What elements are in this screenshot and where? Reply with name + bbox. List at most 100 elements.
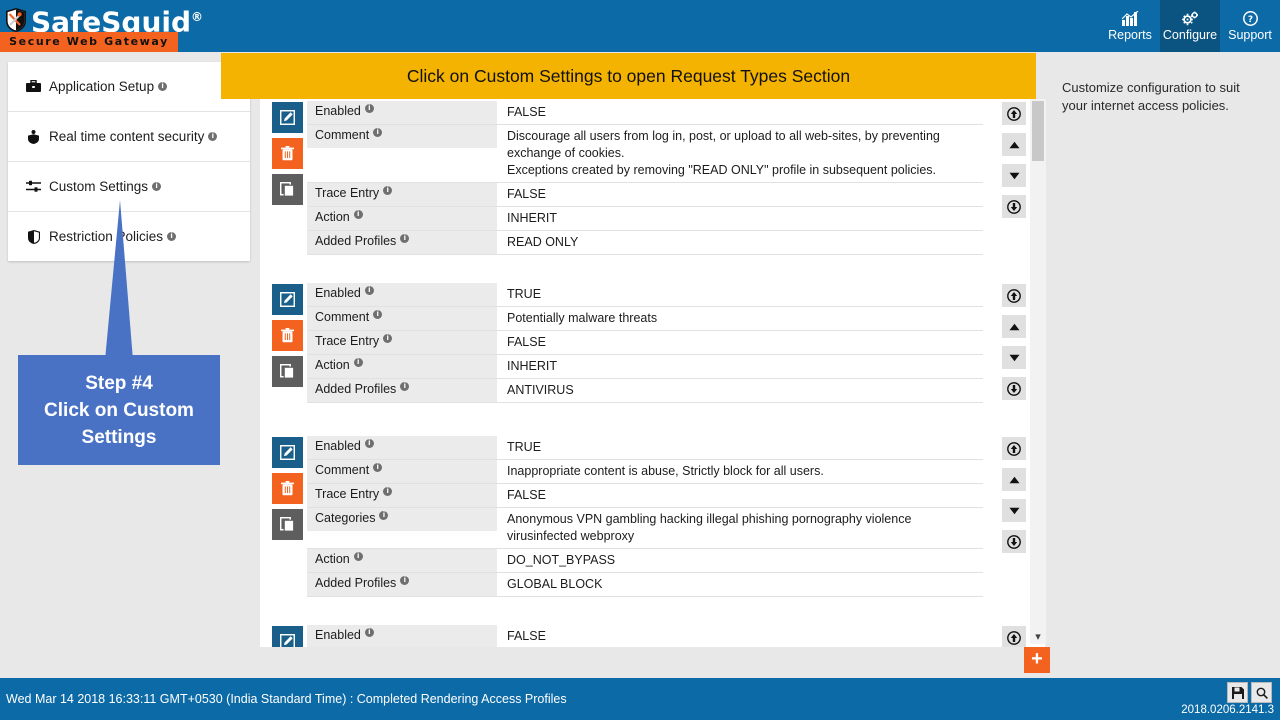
delete-record-button[interactable] — [272, 473, 303, 504]
edit-record-button[interactable] — [272, 626, 303, 647]
sidebar-label-custom-settings: Custom Settings — [49, 179, 149, 194]
callout-step-box: Step #4 Click on Custom Settings — [18, 355, 220, 465]
field-value[interactable]: ANTIVIRUS — [497, 379, 983, 402]
info-icon[interactable]: i — [383, 334, 393, 343]
field-row: Categories i Anonymous VPN gambling hackin… — [307, 508, 983, 549]
field-value[interactable]: Potentially malware threats — [497, 307, 983, 330]
field-row: Enabled i FALSE — [307, 101, 983, 125]
briefcase-icon — [25, 80, 42, 93]
add-record-button[interactable]: + — [1024, 647, 1050, 673]
info-icon[interactable]: i — [158, 82, 168, 91]
field-label: Added Profiles i — [307, 573, 497, 596]
field-row: Added Profiles i ANTIVIRUS — [307, 379, 983, 403]
instruction-banner-text: Click on Custom Settings to open Request… — [406, 65, 851, 86]
save-icon[interactable] — [1227, 682, 1248, 703]
field-row: Enabled i TRUE — [307, 283, 983, 307]
info-icon[interactable]: i — [400, 382, 410, 391]
move-up-button[interactable] — [1002, 315, 1026, 338]
info-icon[interactable]: i — [364, 286, 374, 295]
field-row: Enabled i TRUE — [307, 436, 983, 460]
delete-record-button[interactable] — [272, 138, 303, 169]
sidebar-item-real-time-content-security[interactable]: Real time content security i — [8, 112, 250, 162]
panel-scrollbar-track[interactable] — [1030, 99, 1046, 635]
move-up-button[interactable] — [1002, 133, 1026, 156]
field-value[interactable]: DO_NOT_BYPASS — [497, 549, 983, 572]
move-to-bottom-button[interactable] — [1002, 377, 1026, 400]
info-icon[interactable]: i — [383, 487, 393, 496]
info-icon[interactable]: i — [353, 552, 363, 561]
field-value[interactable]: FALSE — [497, 331, 983, 354]
sliders-icon — [25, 180, 42, 193]
field-label: Trace Entry i — [307, 484, 497, 507]
move-down-button[interactable] — [1002, 164, 1026, 187]
field-label: Added Profiles i — [307, 231, 497, 254]
field-value[interactable]: Inappropriate content is abuse, Strictly… — [497, 460, 983, 483]
delete-record-button[interactable] — [272, 320, 303, 351]
field-value[interactable]: INHERIT — [497, 207, 983, 230]
info-icon[interactable]: i — [152, 182, 162, 191]
instruction-banner: Click on Custom Settings to open Request… — [221, 53, 1036, 99]
info-icon[interactable]: i — [353, 210, 363, 219]
field-label: Added Profiles i — [307, 379, 497, 402]
info-icon[interactable]: i — [400, 234, 410, 243]
field-value[interactable]: INHERIT — [497, 355, 983, 378]
info-icon[interactable]: i — [379, 511, 389, 520]
info-icon[interactable]: i — [364, 104, 374, 113]
search-icon[interactable] — [1251, 682, 1272, 703]
copy-record-button[interactable] — [272, 174, 303, 205]
info-icon[interactable]: i — [373, 128, 383, 137]
info-icon[interactable]: i — [383, 186, 393, 195]
edit-record-button[interactable] — [272, 284, 303, 315]
record-row: Enabled i FALSE Comment i Discourage all user… — [260, 99, 1045, 281]
move-to-top-button[interactable] — [1002, 284, 1026, 307]
info-icon[interactable]: i — [364, 439, 374, 448]
copy-record-button[interactable] — [272, 356, 303, 387]
field-value[interactable]: FALSE — [497, 484, 983, 507]
field-value[interactable]: FALSE — [497, 625, 983, 647]
field-value[interactable]: FALSE — [497, 101, 983, 124]
field-label: Comment i — [307, 307, 497, 330]
brand-logo[interactable]: SafeSquid® Secure Web Gateway — [0, 0, 203, 52]
move-to-bottom-button[interactable] — [1002, 530, 1026, 553]
info-icon[interactable]: i — [373, 463, 383, 472]
field-value[interactable]: Discourage all users from log in, post, … — [497, 125, 983, 182]
info-icon[interactable]: i — [373, 310, 383, 319]
svg-text:?: ? — [1247, 15, 1252, 25]
move-to-top-button[interactable] — [1002, 437, 1026, 460]
move-down-button[interactable] — [1002, 346, 1026, 369]
edit-record-button[interactable] — [272, 102, 303, 133]
top-bar: SafeSquid® Secure Web Gateway Reports Co… — [0, 0, 1280, 52]
field-value[interactable]: Anonymous VPN gambling hacking illegal p… — [497, 508, 983, 548]
info-icon[interactable]: i — [364, 628, 374, 637]
info-icon[interactable]: i — [208, 132, 218, 141]
move-to-bottom-button[interactable] — [1002, 195, 1026, 218]
move-to-top-button[interactable] — [1002, 626, 1026, 647]
nav-item-reports[interactable]: Reports — [1100, 0, 1160, 52]
right-pane-text: Customize configuration to suit your int… — [1062, 80, 1240, 113]
nav-item-configure[interactable]: Configure — [1160, 0, 1220, 52]
copy-record-button[interactable] — [272, 509, 303, 540]
move-down-button[interactable] — [1002, 499, 1026, 522]
field-value[interactable]: TRUE — [497, 436, 983, 459]
field-label: Comment i — [307, 125, 497, 148]
panel-scrollbar-thumb[interactable] — [1032, 101, 1044, 161]
record-fields: Enabled i TRUE Comment i Potentially malware … — [307, 281, 983, 408]
nav-label-configure: Configure — [1162, 28, 1218, 42]
info-icon[interactable]: i — [353, 358, 363, 367]
edit-record-button[interactable] — [272, 437, 303, 468]
field-value[interactable]: READ ONLY — [497, 231, 983, 254]
field-row: Comment i Inappropriate content is abuse, … — [307, 460, 983, 484]
info-icon[interactable]: i — [400, 576, 410, 585]
move-to-top-button[interactable] — [1002, 102, 1026, 125]
sidebar-item-application-setup[interactable]: Application Setup i — [8, 62, 250, 112]
callout-line-1: Step #4 — [85, 372, 153, 394]
field-value[interactable]: TRUE — [497, 283, 983, 306]
chevron-down-icon[interactable]: ▾ — [1030, 628, 1046, 644]
record-fields: EnablediFALSECommentiRestrict remote des… — [307, 623, 983, 647]
move-up-button[interactable] — [1002, 468, 1026, 491]
field-row: Added Profiles i GLOBAL BLOCK — [307, 573, 983, 597]
field-value[interactable]: GLOBAL BLOCK — [497, 573, 983, 596]
nav-item-support[interactable]: ? Support — [1220, 0, 1280, 52]
field-value[interactable]: FALSE — [497, 183, 983, 206]
field-label: Action i — [307, 355, 497, 378]
